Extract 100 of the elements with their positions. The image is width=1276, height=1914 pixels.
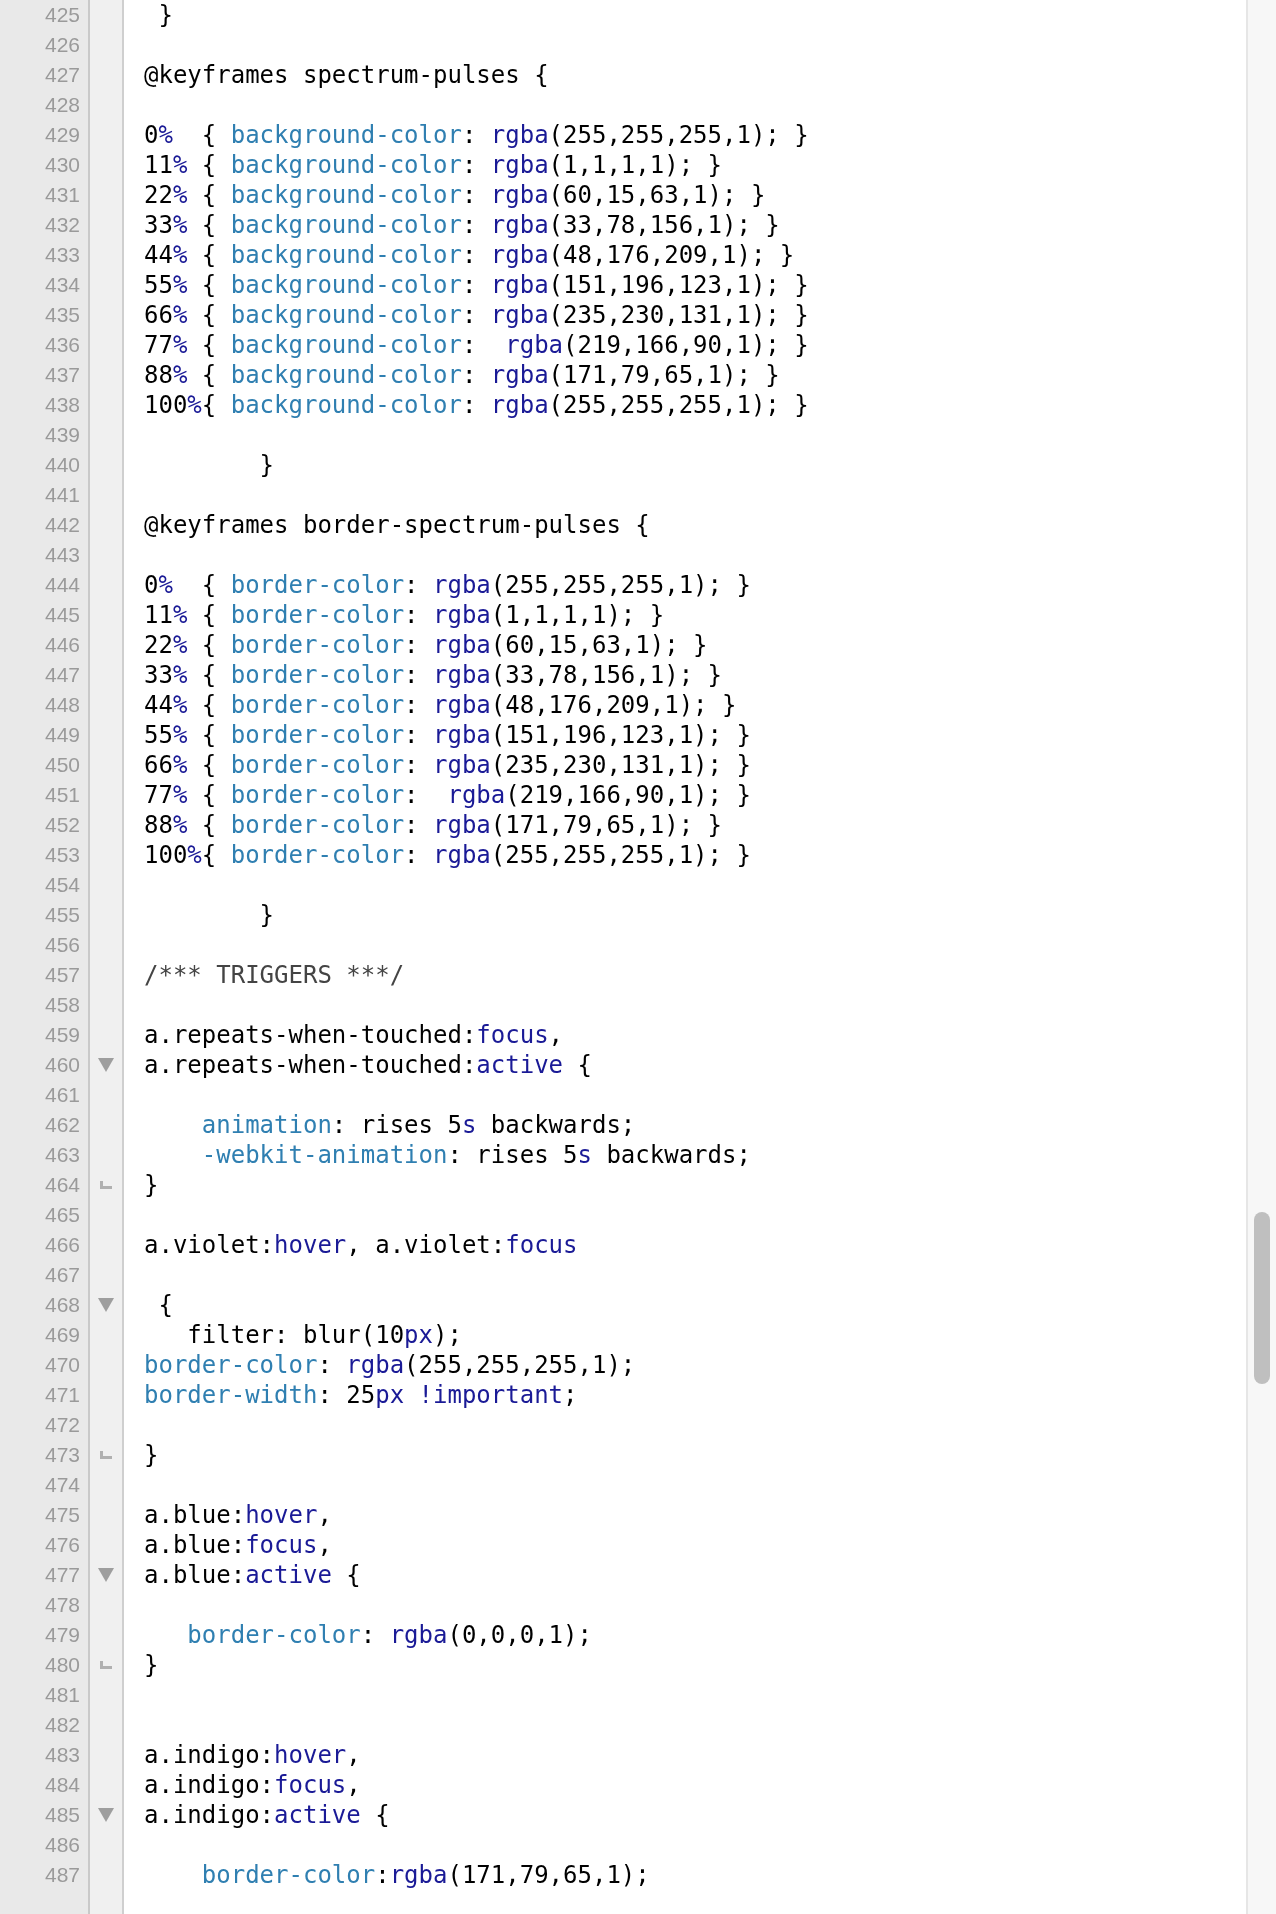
line-number: 434: [43, 272, 80, 298]
code-line: border-color:rgba(171,79,65,1);: [200, 1860, 650, 1890]
line-number: 462: [43, 1112, 80, 1138]
line-number: 439: [43, 422, 80, 448]
line-number: 427: [43, 62, 80, 88]
fold-end-icon[interactable]: [100, 1181, 112, 1189]
code-line: 33% { background-color: rgba(33,78,156,1); }: [144, 210, 780, 240]
line-number: 487: [43, 1862, 80, 1888]
code-line: }: [144, 1440, 159, 1470]
fold-triangle-icon[interactable]: [98, 1808, 114, 1822]
line-number: 481: [43, 1682, 80, 1708]
line-number: 430: [43, 152, 80, 178]
line-number: 431: [43, 182, 80, 208]
code-line: 11% { border-color: rgba(1,1,1,1); }: [144, 600, 665, 630]
fold-end-icon[interactable]: [100, 1451, 112, 1459]
line-number: 456: [43, 932, 80, 958]
line-number: 444: [43, 572, 80, 598]
line-number: 468: [43, 1292, 80, 1318]
line-number: 467: [43, 1262, 80, 1288]
code-line: @keyframes border-spectrum-pulses {: [144, 510, 650, 540]
fold-triangle-icon[interactable]: [98, 1058, 114, 1072]
line-number: 464: [43, 1172, 80, 1198]
code-line: }: [144, 1170, 159, 1200]
line-number: 478: [43, 1592, 80, 1618]
code-line: }: [258, 900, 275, 930]
code-line: /*** TRIGGERS ***/: [144, 960, 405, 990]
code-line: }: [258, 450, 275, 480]
code-line: a.repeats-when-touched:focus,: [144, 1020, 564, 1050]
line-number: 452: [43, 812, 80, 838]
code-line: a.indigo:hover,: [144, 1740, 361, 1770]
code-line: 22% { background-color: rgba(60,15,63,1); }: [144, 180, 766, 210]
line-number: 479: [43, 1622, 80, 1648]
code-line: 100%{ border-color: rgba(255,255,255,1); }: [144, 840, 751, 870]
code-line: 44% { background-color: rgba(48,176,209,1); }: [144, 240, 795, 270]
code-line: a.blue:hover,: [144, 1500, 332, 1530]
line-number: 461: [43, 1082, 80, 1108]
line-number: 476: [43, 1532, 80, 1558]
line-number: 485: [43, 1802, 80, 1828]
line-number: 437: [43, 362, 80, 388]
line-number: 441: [43, 482, 80, 508]
line-number: 469: [43, 1322, 80, 1348]
line-number: 480: [43, 1652, 80, 1678]
code-line: 88% { border-color: rgba(171,79,65,1); }: [144, 810, 722, 840]
code-line: 77% { border-color: rgba(219,166,90,1); }: [144, 780, 751, 810]
line-number: 475: [43, 1502, 80, 1528]
code-line: border-color: rgba(255,255,255,1);: [144, 1350, 636, 1380]
code-line: a.violet:hover, a.violet:focus: [144, 1230, 578, 1260]
code-line: border-color: rgba(0,0,0,1);: [186, 1620, 592, 1650]
code-line: 88% { background-color: rgba(171,79,65,1); }: [144, 360, 780, 390]
code-line: animation: rises 5s backwards;: [200, 1110, 636, 1140]
line-number: 453: [43, 842, 80, 868]
line-number: 447: [43, 662, 80, 688]
code-line: a.blue:focus,: [144, 1530, 332, 1560]
line-number: 426: [43, 32, 80, 58]
line-number: 458: [43, 992, 80, 1018]
line-number: 466: [43, 1232, 80, 1258]
code-line: 66% { border-color: rgba(235,230,131,1); }: [144, 750, 751, 780]
line-number: 446: [43, 632, 80, 658]
line-number: 435: [43, 302, 80, 328]
code-line: a.repeats-when-touched:active {: [144, 1050, 592, 1080]
code-line: 0% { background-color: rgba(255,255,255,1); }: [144, 120, 809, 150]
code-line: 0% { border-color: rgba(255,255,255,1); }: [144, 570, 751, 600]
line-number: 449: [43, 722, 80, 748]
line-number: 459: [43, 1022, 80, 1048]
line-number: 483: [43, 1742, 80, 1768]
code-line: 66% { background-color: rgba(235,230,131,1); }: [144, 300, 809, 330]
line-number: 455: [43, 902, 80, 928]
code-line: 44% { border-color: rgba(48,176,209,1); }: [144, 690, 737, 720]
line-number: 450: [43, 752, 80, 778]
code-line: @keyframes spectrum-pulses {: [144, 60, 549, 90]
line-number: 471: [43, 1382, 80, 1408]
line-number: 425: [43, 2, 80, 28]
line-number: 457: [43, 962, 80, 988]
code-line: 11% { background-color: rgba(1,1,1,1); }: [144, 150, 722, 180]
scrollbar-thumb[interactable]: [1254, 1212, 1270, 1384]
line-number: 484: [43, 1772, 80, 1798]
line-number: 438: [43, 392, 80, 418]
line-number: 470: [43, 1352, 80, 1378]
code-line: 77% { background-color: rgba(219,166,90,1); }: [144, 330, 809, 360]
line-number: 448: [43, 692, 80, 718]
fold-triangle-icon[interactable]: [98, 1298, 114, 1312]
line-number: 454: [43, 872, 80, 898]
line-number: 465: [43, 1202, 80, 1228]
code-line: a.blue:active {: [144, 1560, 361, 1590]
line-number: 433: [43, 242, 80, 268]
code-line: 55% { border-color: rgba(151,196,123,1); }: [144, 720, 751, 750]
line-number: 445: [43, 602, 80, 628]
line-number: 436: [43, 332, 80, 358]
code-line: border-width: 25px !important;: [144, 1380, 578, 1410]
code-line: a.indigo:focus,: [144, 1770, 361, 1800]
line-number: 474: [43, 1472, 80, 1498]
line-number: 429: [43, 122, 80, 148]
line-number: 482: [43, 1712, 80, 1738]
fold-end-icon[interactable]: [100, 1661, 112, 1669]
code-line: 33% { border-color: rgba(33,78,156,1); }: [144, 660, 722, 690]
code-line: -webkit-animation: rises 5s backwards;: [200, 1140, 751, 1170]
line-number: 473: [43, 1442, 80, 1468]
line-number: 442: [43, 512, 80, 538]
fold-triangle-icon[interactable]: [98, 1568, 114, 1582]
line-number: 486: [43, 1832, 80, 1858]
